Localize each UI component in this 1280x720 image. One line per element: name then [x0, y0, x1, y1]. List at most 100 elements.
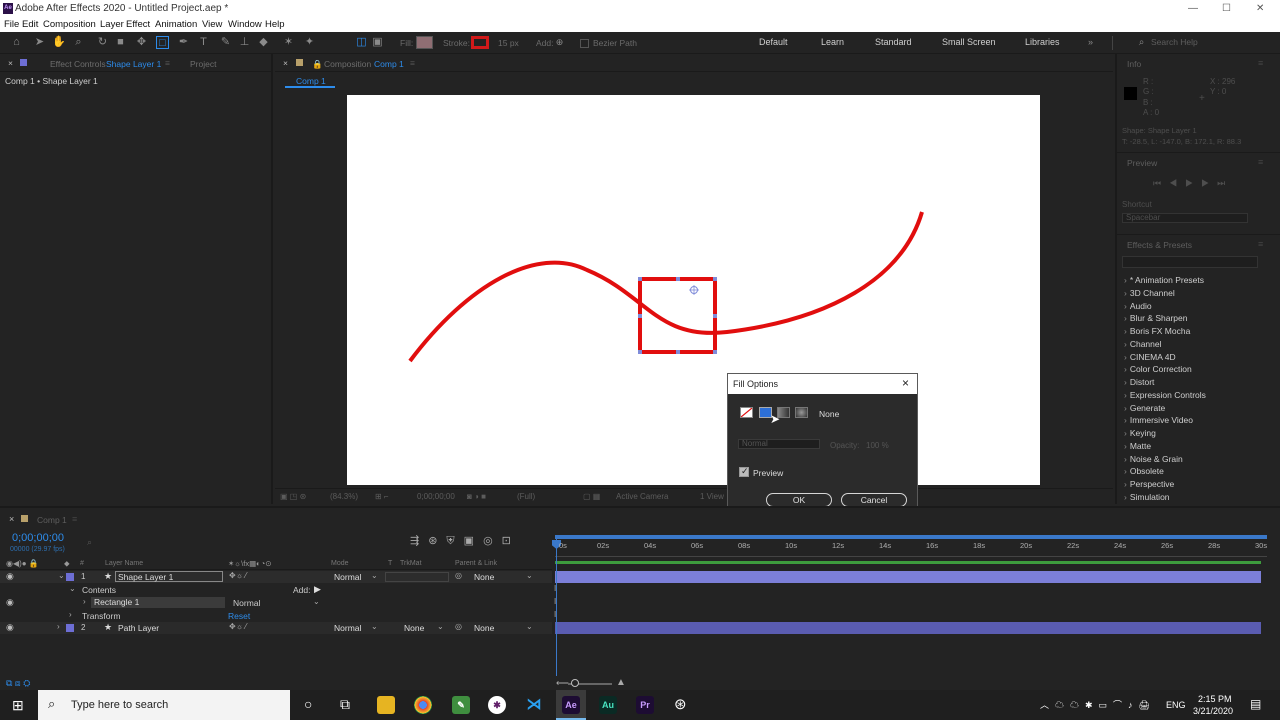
selection-tool-icon[interactable]: ➤ — [33, 36, 46, 49]
effects-item[interactable]: › Color Correction — [1124, 364, 1192, 374]
zoom-dropdown[interactable]: (84.3%) — [330, 492, 358, 501]
task-view-icon[interactable]: ⧉ — [340, 696, 350, 713]
layer-2-bar[interactable] — [555, 622, 1261, 634]
menu-help[interactable]: Help — [265, 19, 285, 30]
layer-label-color[interactable] — [66, 624, 74, 632]
camera-tool-icon[interactable]: ■ — [114, 36, 127, 49]
tab-composition-name[interactable]: Comp 1 — [374, 59, 404, 69]
menu-layer[interactable]: Layer — [100, 19, 124, 30]
effects-item[interactable]: › Keying — [1124, 428, 1156, 438]
tab-composition-prefix[interactable]: Composition — [324, 59, 371, 69]
mode-chevron-icon[interactable]: ⌄ — [371, 571, 378, 580]
effects-item[interactable]: › CINEMA 4D — [1124, 352, 1176, 362]
effects-item[interactable]: › Distort — [1124, 377, 1154, 387]
effects-item[interactable]: › 3D Channel — [1124, 288, 1175, 298]
menu-file[interactable]: File — [4, 19, 19, 30]
eraser-tool-icon[interactable]: ◆ — [257, 36, 270, 49]
anchor-point-icon[interactable] — [689, 285, 699, 295]
pick-whip-icon[interactable]: ◎ — [455, 622, 462, 631]
always-preview-icon[interactable]: ▣ ◳ ⊛ — [280, 492, 306, 501]
fill-none-icon[interactable] — [740, 407, 753, 418]
layer-name[interactable]: Path Layer — [118, 623, 159, 633]
layer-1-bar[interactable] — [555, 571, 1261, 583]
workspace-overflow-icon[interactable]: » — [1088, 37, 1093, 47]
rectangle-mode-select[interactable]: Normal — [233, 598, 260, 608]
rectangle-handles[interactable] — [638, 277, 717, 354]
stroke-mode-icon[interactable]: ▣ — [371, 36, 384, 49]
menu-view[interactable]: View — [202, 19, 222, 30]
taskbar-search-box[interactable]: ⌕ Type here to search — [38, 690, 290, 720]
rectangle-shape[interactable] — [638, 277, 717, 354]
type-tool-icon[interactable]: T — [197, 36, 210, 49]
timeline-timecode[interactable]: 0;00;00;00 — [12, 532, 64, 544]
path-layer-curve[interactable] — [408, 211, 924, 363]
system-tray-icons[interactable]: ︿☁☁✱▭⌒♪🖨 — [1040, 698, 1156, 711]
ok-button[interactable]: OK — [766, 493, 832, 507]
effects-item[interactable]: › Audio — [1124, 301, 1152, 311]
stroke-width-value[interactable]: 15 px — [498, 38, 519, 48]
add-content-icon[interactable]: ▶ — [314, 584, 321, 595]
menu-composition[interactable]: Composition — [43, 19, 96, 30]
effects-item[interactable]: › Matte — [1124, 441, 1151, 451]
layer-mode-select[interactable]: Normal — [334, 572, 361, 582]
playback-controls-icon[interactable]: ⏮◀▶▶⏭ — [1153, 178, 1233, 189]
menu-edit[interactable]: Edit — [22, 19, 38, 30]
clock-time[interactable]: 2:15 PM — [1198, 694, 1232, 704]
visibility-eye-icon[interactable]: ◉ — [6, 622, 14, 633]
rectangle-name[interactable]: Rectangle 1 — [91, 597, 225, 608]
timeline-tab-menu-icon[interactable]: ≡ — [72, 514, 77, 524]
notifications-icon[interactable]: ▤ — [1250, 697, 1261, 711]
layer-switches-icon[interactable]: ✥☼ ⁄ — [229, 571, 247, 580]
menu-window[interactable]: Window — [228, 19, 262, 30]
menu-effect[interactable]: Effect — [126, 19, 150, 30]
grid-icon[interactable]: ⊞ ⌐ — [375, 492, 389, 501]
dialog-close-icon[interactable]: × — [902, 376, 909, 390]
roi-icon[interactable]: ▢ ▦ — [583, 492, 600, 501]
workspace-standard[interactable]: Standard — [875, 37, 912, 47]
obs-icon[interactable]: ⊛ — [674, 695, 687, 713]
add-icon[interactable]: ⊕ — [553, 36, 566, 49]
layer-parent-select[interactable]: None — [474, 623, 494, 633]
green-app-icon[interactable]: ✎ — [452, 696, 470, 714]
lock-icon[interactable]: 🔒 — [312, 59, 323, 70]
rectangle-tool-icon[interactable]: □ — [156, 36, 169, 49]
timeline-bottom-icons[interactable]: ⧉ ⧈ ⛭ — [6, 678, 30, 689]
layer-row[interactable]: ◉ ⌄ 1 ★ Shape Layer 1 ✥☼ ⁄ Normal ⌄ ◎ No… — [0, 571, 552, 583]
hand-tool-icon[interactable]: ✋ — [52, 36, 66, 49]
col-layer-name[interactable]: Layer Name — [105, 560, 143, 567]
close-icon[interactable]: ✕ — [1256, 3, 1264, 14]
opacity-value[interactable]: 100 % — [866, 441, 889, 450]
shortcut-select[interactable]: Spacebar — [1122, 213, 1248, 223]
snapshot-icon[interactable]: ◙ ◑ ■ — [467, 492, 486, 501]
vscode-icon[interactable]: ⋊ — [525, 696, 543, 714]
rotate-tool-icon[interactable]: ↻ — [96, 36, 109, 49]
rectangle-visibility-icon[interactable]: ◉ — [6, 597, 14, 608]
effects-item[interactable]: › Immersive Video — [1124, 415, 1193, 425]
close-timeline-tab-icon[interactable]: × — [9, 514, 14, 524]
workspace-libraries[interactable]: Libraries — [1025, 37, 1060, 47]
playhead-line[interactable] — [556, 538, 557, 676]
cancel-button[interactable]: Cancel — [841, 493, 907, 507]
parent-chevron-icon[interactable]: ⌄ — [526, 571, 533, 580]
visibility-eye-icon[interactable]: ◉ — [6, 571, 14, 582]
windows-start-icon[interactable]: ⊞ — [12, 697, 24, 714]
layer-mode-select[interactable]: Normal — [334, 623, 361, 633]
effects-search-input[interactable] — [1122, 256, 1258, 268]
effects-item[interactable]: › Channel — [1124, 339, 1162, 349]
tab-menu-icon[interactable]: ≡ — [165, 58, 170, 68]
puppet-tool-icon[interactable]: ✦ — [303, 36, 316, 49]
workspace-learn[interactable]: Learn — [821, 37, 844, 47]
brush-tool-icon[interactable]: ✎ — [219, 36, 232, 49]
viewer-canvas[interactable] — [347, 95, 1040, 485]
fill-radial-gradient-icon[interactable] — [795, 407, 808, 418]
preview-menu-icon[interactable]: ≡ — [1258, 157, 1263, 167]
contents-row[interactable]: ⌄ Contents Add: ▶ — [0, 584, 552, 596]
composition-viewer[interactable] — [347, 95, 1040, 485]
close-comp-tab-icon[interactable]: × — [283, 58, 288, 68]
fill-swatch[interactable] — [416, 36, 433, 49]
rectangle-mode-chevron-icon[interactable]: ⌄ — [313, 597, 320, 606]
trkmat-chevron-icon[interactable]: ⌄ — [437, 622, 444, 631]
menu-animation[interactable]: Animation — [155, 19, 197, 30]
effects-item[interactable]: › Perspective — [1124, 479, 1174, 489]
trkmat-select[interactable] — [385, 572, 449, 582]
